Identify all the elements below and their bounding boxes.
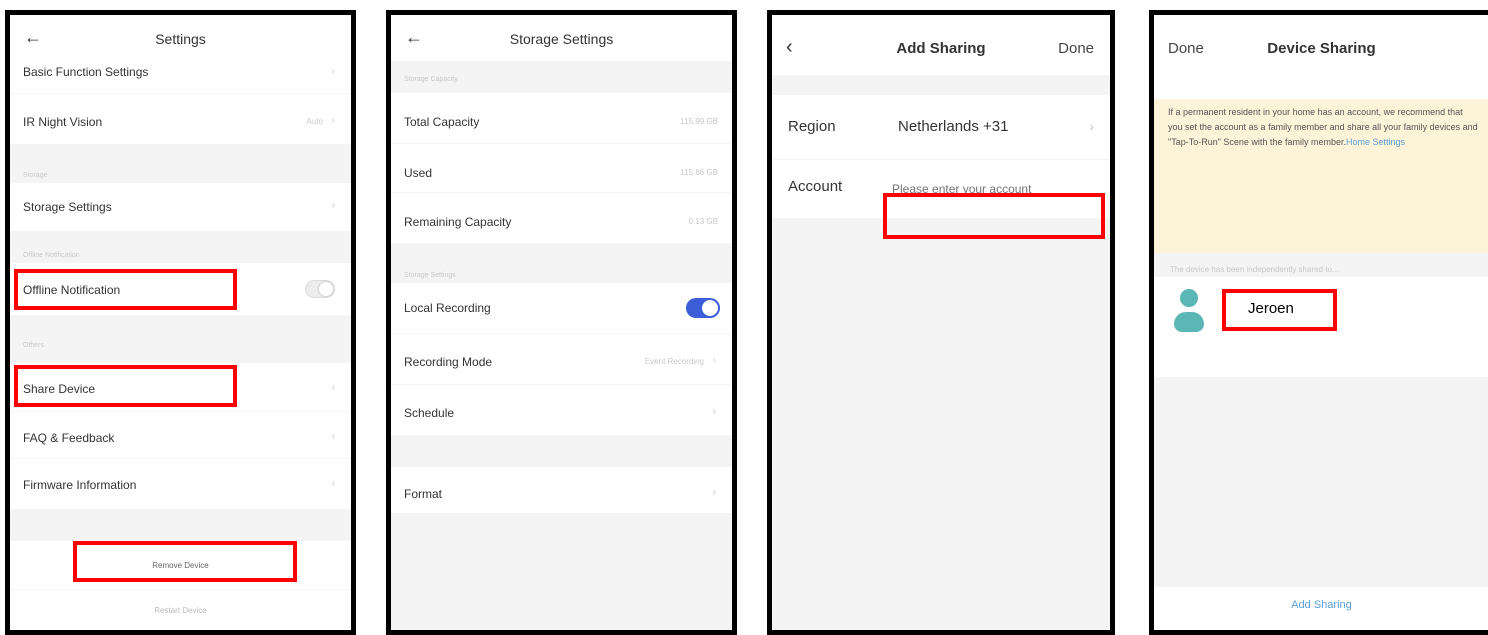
storage-item-total-capacity: Total Capacity 115.99 GB (391, 93, 732, 143)
chevron-right-icon: › (331, 478, 335, 489)
restart-device-row: Restart Device (10, 590, 351, 630)
family-member-banner: If a permanent resident in your home has… (1154, 99, 1488, 253)
shared-user-name: Jeroen (1248, 300, 1294, 317)
storage-item-local-recording: Local Recording (391, 283, 732, 333)
chevron-right-icon: › (331, 66, 335, 77)
banner-message: If a permanent resident in your home has… (1168, 107, 1478, 147)
storage-item-label: Format (404, 487, 443, 501)
chevron-right-icon: › (331, 115, 335, 126)
chevron-right-icon: › (1089, 118, 1094, 134)
device-sharing-screen: Done Device Sharing If a permanent resid… (1149, 10, 1488, 635)
settings-item-label: IR Night Vision (23, 115, 103, 129)
ir-night-vision-value: Auto (306, 117, 323, 126)
section-header-offline: Offline Notification (23, 252, 80, 259)
storage-item-label: Used (404, 166, 433, 180)
settings-item-basic-function[interactable]: Basic Function Settings › (10, 57, 351, 93)
storage-item-label: Recording Mode (404, 355, 493, 369)
recording-mode-value: Event Recording (644, 357, 704, 366)
storage-item-format[interactable]: Format › (391, 467, 732, 513)
nav-bar: ‹ Add Sharing Done (772, 15, 1110, 75)
storage-item-schedule[interactable]: Schedule › (391, 385, 732, 435)
add-sharing-screen: ‹ Add Sharing Done Region Netherlands +3… (767, 10, 1115, 635)
region-row[interactable]: Region Netherlands +31 › (772, 95, 1110, 159)
person-icon (1180, 289, 1198, 307)
chevron-right-icon: › (712, 355, 716, 366)
add-sharing-button[interactable]: Add Sharing (1154, 599, 1488, 611)
storage-item-remaining-capacity: Remaining Capacity 0.13 GB (391, 193, 732, 243)
highlight-share-device (14, 365, 237, 407)
storage-item-label: Total Capacity (404, 115, 480, 129)
total-capacity-value: 115.99 GB (680, 117, 718, 126)
home-settings-link[interactable]: Home Settings (1346, 137, 1405, 147)
remaining-capacity-value: 0.13 GB (688, 217, 718, 226)
page-title: Settings (155, 31, 206, 47)
section-header-others: Others (23, 342, 45, 349)
highlight-account-input (883, 193, 1105, 239)
chevron-right-icon: › (331, 382, 335, 393)
chevron-right-icon: › (712, 406, 716, 417)
settings-item-faq-feedback[interactable]: FAQ & Feedback › (10, 412, 351, 458)
nav-bar: ← Storage Settings (391, 15, 732, 61)
settings-item-firmware-information[interactable]: Firmware Information › (10, 459, 351, 509)
person-icon-body (1174, 312, 1204, 332)
done-button[interactable]: Done (1058, 40, 1094, 57)
region-value: Netherlands +31 (898, 118, 1009, 135)
chevron-right-icon: › (331, 200, 335, 211)
add-sharing-row: Add Sharing (1154, 587, 1488, 630)
shared-caption: The device has been independently shared… (1170, 265, 1339, 274)
settings-screen: ← Settings Basic Function Settings › IR … (5, 10, 356, 635)
section-header-storage: Storage (23, 172, 48, 179)
nav-bar: Done Device Sharing (1154, 15, 1488, 99)
chevron-right-icon: › (331, 431, 335, 442)
settings-item-label: FAQ & Feedback (23, 431, 115, 445)
shared-user-row[interactable]: Jeroen (1154, 277, 1488, 377)
settings-item-storage-settings[interactable]: Storage Settings › (10, 183, 351, 231)
offline-notification-toggle[interactable] (305, 280, 335, 298)
storage-item-label: Schedule (404, 406, 455, 420)
section-header-storage-capacity: Storage Capacity (404, 76, 458, 83)
settings-item-ir-night-vision[interactable]: IR Night Vision Auto › (10, 94, 351, 144)
storage-item-label: Local Recording (404, 301, 491, 315)
highlight-shared-user: Jeroen (1222, 289, 1337, 331)
settings-item-label: Firmware Information (23, 478, 137, 492)
page-title: Storage Settings (509, 31, 614, 47)
account-label: Account (788, 178, 843, 195)
local-recording-toggle[interactable] (686, 298, 720, 318)
storage-item-recording-mode[interactable]: Recording Mode Event Recording › (391, 334, 732, 384)
restart-device-button[interactable]: Restart Device (10, 606, 351, 615)
highlight-remove-device (73, 541, 297, 582)
region-label: Region (788, 118, 836, 135)
banner-text: If a permanent resident in your home has… (1168, 105, 1479, 150)
page-title: Device Sharing (1267, 40, 1376, 57)
storage-item-label: Remaining Capacity (404, 215, 512, 229)
chevron-right-icon: › (712, 487, 716, 498)
storage-settings-screen: ← Storage Settings Storage Capacity Tota… (386, 10, 737, 635)
used-value: 115.86 GB (680, 168, 718, 177)
settings-item-label: Basic Function Settings (23, 65, 149, 79)
settings-item-label: Storage Settings (23, 200, 112, 214)
nav-bar: ← Settings (10, 15, 351, 61)
section-header-storage-settings: Storage Settings (404, 272, 456, 279)
highlight-offline-notification (14, 269, 237, 310)
storage-item-used: Used 115.86 GB (391, 144, 732, 192)
